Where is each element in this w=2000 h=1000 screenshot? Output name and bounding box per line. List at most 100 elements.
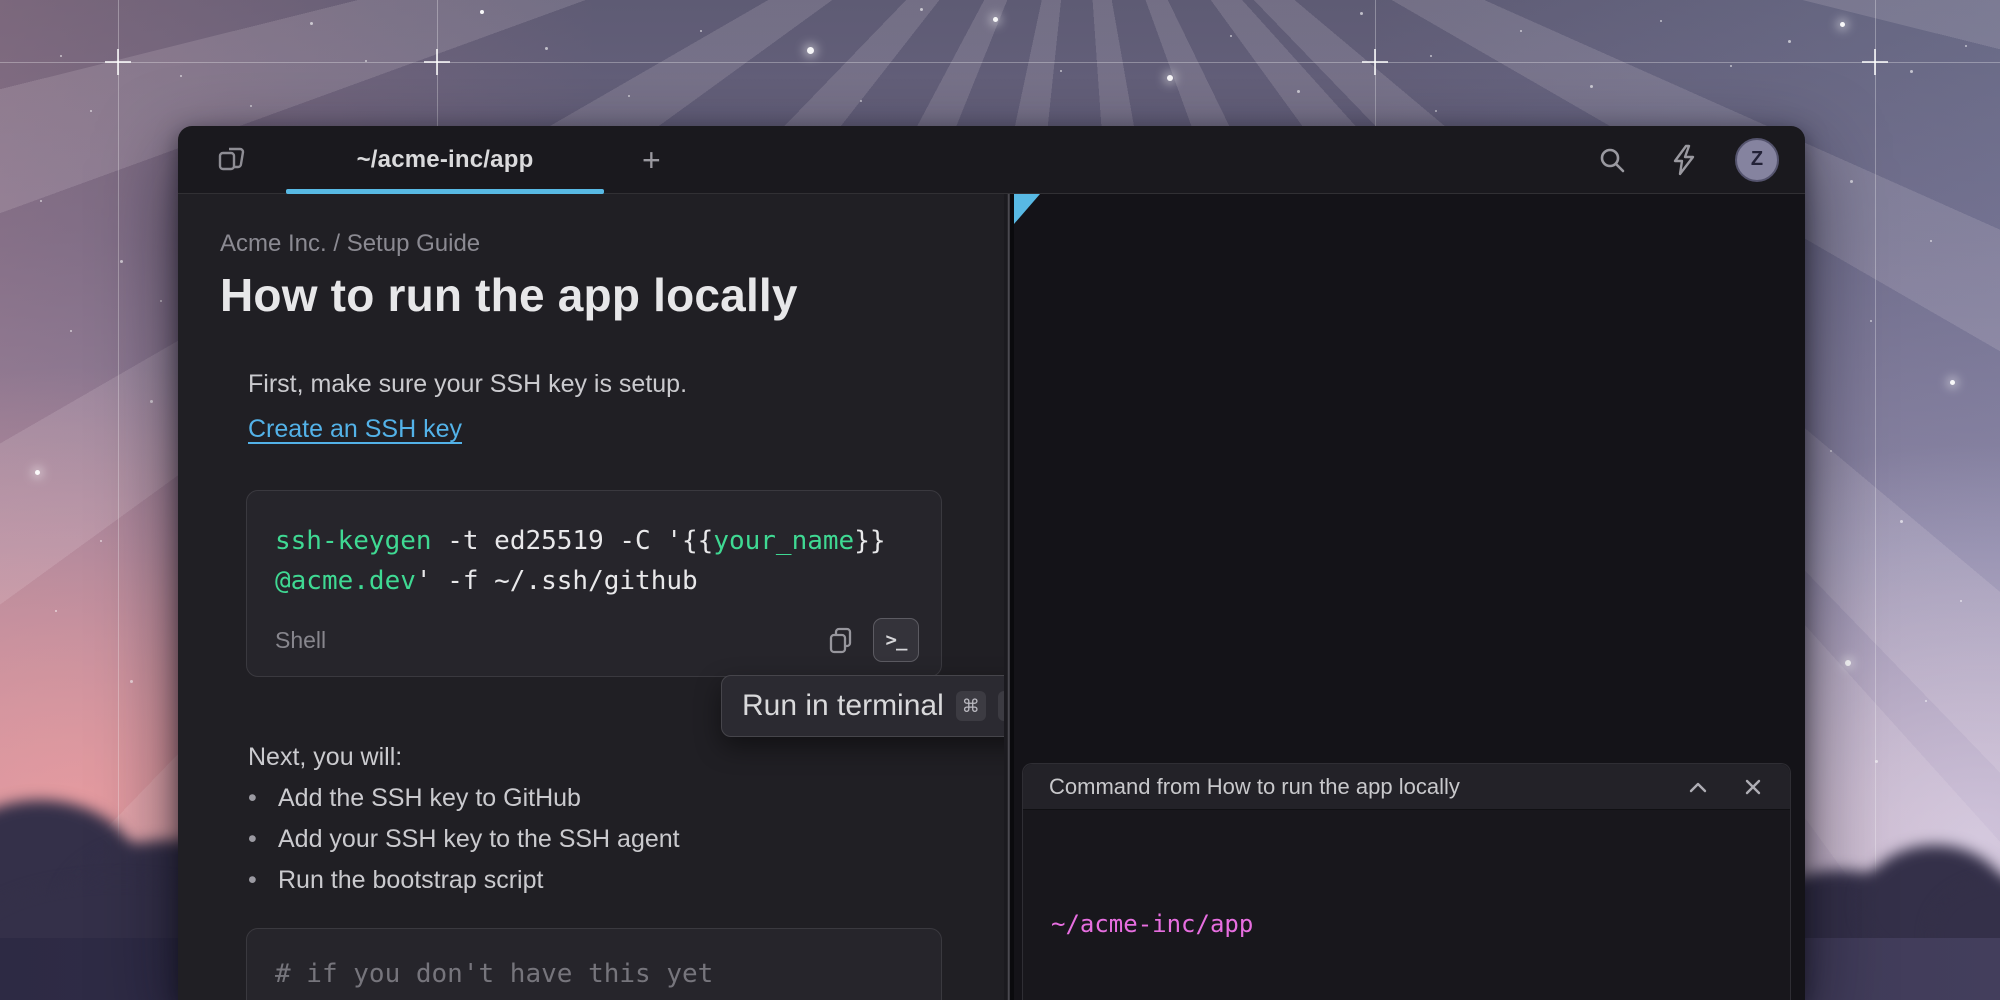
star [1965,45,1967,47]
search-icon[interactable] [1591,139,1633,181]
star [120,260,123,263]
breadcrumb: Acme Inc. / Setup Guide [220,230,480,258]
doc-pane: Acme Inc. / Setup Guide How to run the a… [178,194,1004,1000]
star [1167,75,1173,81]
star [150,400,153,403]
star [1870,320,1872,322]
star [1900,520,1903,523]
pages-icon[interactable] [209,139,255,181]
star [920,8,923,11]
star [60,55,62,57]
pane-divider[interactable] [1004,194,1014,1000]
code-line-partial: brew install node [275,993,913,1000]
star [1960,600,1962,602]
run-in-terminal-tooltip: Run in terminal ⌘ ↩ [721,675,1004,737]
star [310,22,313,25]
code-line: @acme.dev' -f ~/.ssh/github [275,561,913,601]
next-heading: Next, you will: [248,743,402,772]
tab-bar-right: Z [1591,138,1805,182]
tab-bar: ~/acme-inc/app + Z [178,126,1805,194]
run-in-terminal-button[interactable]: >_ [873,618,919,662]
star [1060,70,1062,72]
star [480,10,484,14]
terminal-cwd: ~/acme-inc/app [1051,906,1762,943]
star [1297,90,1300,93]
tooltip-label: Run in terminal [742,689,944,723]
grid-cross [1362,49,1388,75]
tab-acme-inc-app[interactable]: ~/acme-inc/app [286,126,604,193]
command-panel-header: Command from How to run the app locally [1023,764,1790,810]
star [1430,55,1432,57]
star [1660,20,1662,22]
close-icon[interactable] [1738,772,1768,802]
star [160,300,162,302]
star [1360,12,1363,15]
return-key-icon: ↩ [998,691,1004,721]
star [860,100,862,102]
cmd-key-icon: ⌘ [956,691,986,721]
star [1590,85,1593,88]
star [130,680,133,683]
star [1950,380,1955,385]
command-panel: Command from How to run the app locally [1022,763,1791,1000]
star [628,95,630,97]
star [90,110,92,112]
star [55,610,57,612]
list-item: •Add your SSH key to the SSH agent [248,825,680,866]
terminal-pane[interactable]: Command from How to run the app locally [1014,194,1805,1000]
list-item: •Run the bootstrap script [248,866,680,907]
star [993,17,998,22]
star [40,200,42,202]
create-ssh-key-link[interactable]: Create an SSH key [248,415,462,444]
grid-cross [105,49,131,75]
star [1830,450,1832,452]
tab-bar-left [178,139,286,181]
content-split: Acme Inc. / Setup Guide How to run the a… [178,194,1805,1000]
star [1788,40,1791,43]
star [1435,110,1437,112]
copy-icon[interactable] [821,619,861,661]
star [70,330,72,332]
star [250,105,252,107]
grid-cross [1862,49,1888,75]
star [1840,22,1845,27]
grid-line [0,62,2000,63]
code-line: # if you don't have this yet [275,955,913,993]
star [1230,35,1232,37]
avatar[interactable]: Z [1735,138,1779,182]
code-block-footer: Shell >_ [275,618,919,662]
terminal-output[interactable]: ~/acme-inc/app ssh-keygen -t ed25519 -C … [1023,810,1790,1000]
star [1520,30,1522,32]
bullet-list: •Add the SSH key to GitHub•Add your SSH … [248,784,680,907]
code-block-bootstrap[interactable]: # if you don't have this yet brew instal… [246,928,942,1000]
app-window: ~/acme-inc/app + Z Acme Inc. / Setup Gui… [178,126,1805,1000]
star [1925,700,1927,702]
star [1875,760,1878,763]
code-block-ssh-keygen[interactable]: ssh-keygen -t ed25519 -C '{{your_name}} … [246,490,942,677]
star [35,470,40,475]
star [365,60,367,62]
command-panel-title: Command from How to run the app locally [1049,774,1460,800]
star [700,30,702,32]
collapse-icon[interactable] [1682,774,1714,800]
star [1850,180,1853,183]
new-tab-button[interactable]: + [636,138,667,182]
bolt-icon[interactable] [1663,138,1705,182]
language-label: Shell [275,627,326,654]
code-line: ssh-keygen -t ed25519 -C '{{your_name}} [275,521,913,561]
tab-title: ~/acme-inc/app [357,146,534,174]
intro-text: First, make sure your SSH key is setup. [248,370,687,399]
star [545,47,548,50]
star [100,540,102,542]
active-pane-corner-indicator [1014,194,1040,224]
list-item: •Add the SSH key to GitHub [248,784,680,825]
star [807,47,814,54]
grid-line [1875,0,1876,1000]
page-title: How to run the app locally [220,268,798,322]
grid-cross [424,49,450,75]
star [1910,70,1913,73]
star [1930,240,1932,242]
star [1845,660,1851,666]
star [1730,65,1732,67]
star [180,75,182,77]
